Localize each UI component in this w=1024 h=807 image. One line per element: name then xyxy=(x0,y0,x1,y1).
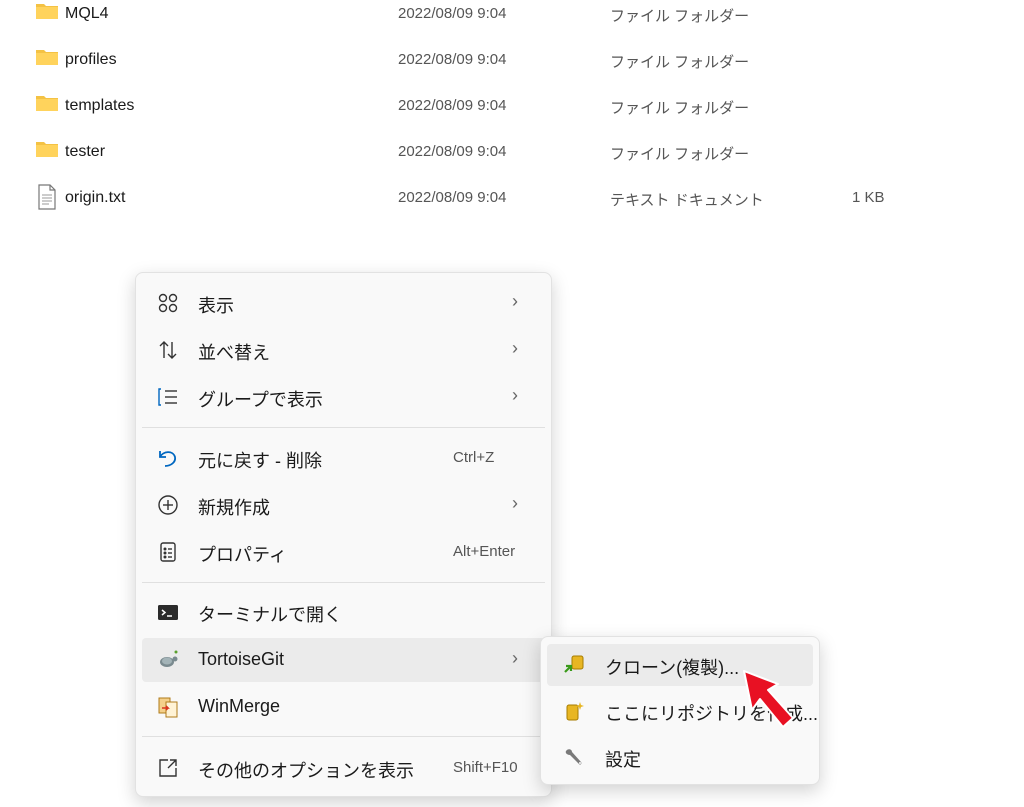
submenu-item-settings[interactable]: 設定 xyxy=(547,736,813,778)
menu-item-view[interactable]: 表示 › xyxy=(142,281,545,325)
menu-item-show-more-options[interactable]: その他のオプションを表示 Shift+F10 xyxy=(142,746,545,790)
menu-item-label: 元に戻す - 削除 xyxy=(198,451,322,471)
menu-item-label: ターミナルで開く xyxy=(198,605,342,625)
menu-separator xyxy=(142,736,545,737)
folder-icon xyxy=(35,92,59,119)
file-row[interactable]: MQL4 2022/08/09 9:04 ファイル フォルダー xyxy=(0,0,1024,35)
menu-item-properties[interactable]: プロパティ Alt+Enter xyxy=(142,530,545,574)
file-name: tester xyxy=(65,143,106,160)
menu-item-label: 表示 xyxy=(198,296,234,316)
file-date: 2022/08/09 9:04 xyxy=(398,189,507,206)
terminal-icon xyxy=(157,601,179,623)
folder-icon xyxy=(35,0,59,27)
menu-item-label: 並べ替え xyxy=(198,343,270,363)
menu-item-shortcut: Ctrl+Z xyxy=(453,449,495,466)
submenu-item-label: 設定 xyxy=(605,750,641,770)
chevron-right-icon: › xyxy=(512,385,518,405)
menu-item-group-by[interactable]: グループで表示 › xyxy=(142,375,545,419)
menu-item-tortoisegit[interactable]: TortoiseGit › xyxy=(142,638,545,682)
menu-item-new[interactable]: 新規作成 › xyxy=(142,483,545,527)
menu-item-label: WinMerge xyxy=(198,696,281,716)
file-date: 2022/08/09 9:04 xyxy=(398,143,507,160)
text-file-icon xyxy=(35,184,59,215)
context-menu: 表示 › 並べ替え › グループで表示 › 元に戻す - 削除 Ctrl+Z 新… xyxy=(135,272,552,797)
properties-icon xyxy=(157,541,179,563)
settings-wrench-icon xyxy=(563,746,585,768)
file-row[interactable]: templates 2022/08/09 9:04 ファイル フォルダー xyxy=(0,87,1024,127)
menu-item-label: プロパティ xyxy=(198,545,287,565)
menu-item-open-terminal[interactable]: ターミナルで開く xyxy=(142,590,545,634)
new-plus-icon xyxy=(157,494,179,516)
folder-icon xyxy=(35,138,59,165)
tortoisegit-icon xyxy=(157,649,179,671)
more-options-icon xyxy=(157,757,179,779)
winmerge-icon xyxy=(157,696,179,718)
file-type: ファイル フォルダー xyxy=(610,100,750,117)
menu-item-label: 新規作成 xyxy=(198,498,270,518)
file-date: 2022/08/09 9:04 xyxy=(398,51,507,68)
chevron-right-icon: › xyxy=(512,291,518,311)
menu-item-undo[interactable]: 元に戻す - 削除 Ctrl+Z xyxy=(142,436,545,480)
file-date: 2022/08/09 9:04 xyxy=(398,97,507,114)
chevron-right-icon: › xyxy=(512,648,518,668)
file-size: 1 KB xyxy=(852,189,885,206)
file-type: ファイル フォルダー xyxy=(610,8,750,25)
menu-item-label: TortoiseGit xyxy=(198,649,285,669)
menu-item-label: グループで表示 xyxy=(198,390,323,410)
file-row[interactable]: origin.txt 2022/08/09 9:04 テキスト ドキュメント 1… xyxy=(0,179,1024,219)
menu-item-sort[interactable]: 並べ替え › xyxy=(142,328,545,372)
file-type: ファイル フォルダー xyxy=(610,54,750,71)
sort-icon xyxy=(157,339,179,361)
menu-item-shortcut: Shift+F10 xyxy=(453,759,518,776)
group-list-icon xyxy=(157,386,179,408)
file-row[interactable]: tester 2022/08/09 9:04 ファイル フォルダー xyxy=(0,133,1024,173)
undo-icon xyxy=(157,447,179,469)
submenu-item-label: クローン(複製)... xyxy=(605,658,740,678)
create-repo-icon xyxy=(563,700,585,722)
view-grid-icon xyxy=(157,292,179,314)
folder-icon xyxy=(35,46,59,73)
file-name: templates xyxy=(65,97,135,114)
git-clone-icon xyxy=(563,654,585,676)
pointer-arrow-icon xyxy=(738,668,798,737)
file-row[interactable]: profiles 2022/08/09 9:04 ファイル フォルダー xyxy=(0,41,1024,81)
chevron-right-icon: › xyxy=(512,493,518,513)
chevron-right-icon: › xyxy=(512,338,518,358)
file-type: ファイル フォルダー xyxy=(610,146,750,163)
menu-separator xyxy=(142,427,545,428)
menu-separator xyxy=(142,582,545,583)
menu-item-shortcut: Alt+Enter xyxy=(453,543,516,560)
file-name: profiles xyxy=(65,51,117,68)
file-name: origin.txt xyxy=(65,189,126,206)
menu-item-winmerge[interactable]: WinMerge xyxy=(142,685,545,729)
file-name: MQL4 xyxy=(65,5,109,22)
file-type: テキスト ドキュメント xyxy=(610,192,764,209)
file-date: 2022/08/09 9:04 xyxy=(398,5,507,22)
menu-item-label: その他のオプションを表示 xyxy=(198,761,414,781)
